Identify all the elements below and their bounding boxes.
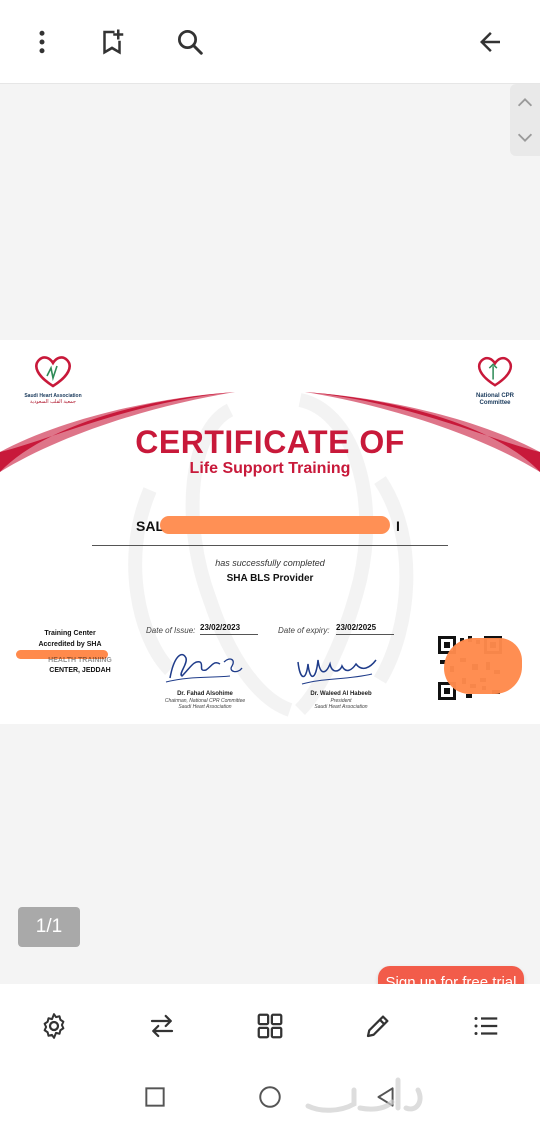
top-toolbar — [0, 0, 540, 84]
outline-list-button[interactable] — [464, 1004, 508, 1048]
recents-button[interactable] — [140, 1082, 170, 1112]
expiry-date-value: 23/02/2025 — [336, 623, 394, 635]
swap-button[interactable] — [140, 1004, 184, 1048]
swap-icon — [150, 1014, 174, 1038]
scroll-up-button[interactable] — [510, 86, 540, 120]
signer2-name: Dr. Waleed Al Habeeb — [310, 691, 372, 697]
training-center-label: Training Center — [44, 630, 96, 637]
right-logo-caption-1: National CPR — [475, 393, 514, 399]
accredited-label: Accredited by SHA — [38, 641, 102, 648]
expiry-date-label: Date of expiry: — [278, 626, 330, 635]
system-navigation-bar — [0, 1066, 540, 1126]
list-icon — [474, 1017, 498, 1035]
right-logo-caption-2: Committee — [479, 400, 511, 406]
grid-icon — [257, 1013, 283, 1039]
saudi-heart-association-logo: Saudi Heart Association جمعية القلب السع… — [18, 354, 88, 405]
training-center-name: HEALTH TRAINING CENTER, JEDDAH — [30, 656, 130, 676]
signer1-name: Dr. Fahad Alsohime — [177, 691, 233, 697]
more-options-button[interactable] — [20, 20, 64, 64]
training-center-city: CENTER, JEDDAH — [49, 667, 111, 674]
heart-logo-icon — [478, 356, 512, 387]
settings-button[interactable] — [32, 1004, 76, 1048]
completion-text: has successfully completed — [215, 558, 325, 568]
page-counter: 1/1 — [18, 907, 80, 947]
chevron-down-icon — [517, 133, 533, 142]
issue-date-label: Date of Issue: — [146, 626, 196, 635]
certificate-title: CERTIFICATE OF — [135, 424, 405, 460]
haraj-watermark-logo — [305, 1077, 423, 1113]
page-scroll-control — [510, 84, 540, 156]
left-logo-caption-ar: جمعية القلب السعودية — [29, 399, 77, 405]
more-vert-icon — [39, 30, 45, 54]
course-name: SHA BLS Provider — [226, 573, 314, 584]
settings-icon — [43, 1013, 65, 1039]
certificate-page: Saudi Heart Association جمعية القلب السع… — [0, 340, 540, 724]
certificate-subtitle: Life Support Training — [189, 460, 351, 477]
bookmark-button[interactable] — [90, 20, 134, 64]
home-icon — [259, 1086, 281, 1108]
search-button[interactable] — [168, 20, 212, 64]
issue-date-value: 23/02/2023 — [200, 623, 258, 635]
edit-button[interactable] — [356, 1004, 400, 1048]
back-arrow-icon — [480, 32, 500, 52]
qr-redaction — [444, 638, 522, 694]
bookmark-add-icon — [103, 29, 124, 55]
signature-2 — [297, 659, 377, 685]
recipient-name-line: SAL I — [92, 516, 448, 546]
chevron-up-icon — [517, 98, 533, 107]
heart-logo-icon — [35, 356, 71, 388]
signature-1 — [165, 653, 243, 683]
edit-icon — [366, 1015, 389, 1038]
training-center-name-partial: HEALTH TRAINING — [48, 657, 112, 664]
search-icon — [178, 30, 203, 55]
training-center-block: Training Center Accredited by SHA — [22, 628, 118, 650]
home-button[interactable] — [255, 1082, 285, 1112]
name-redaction — [160, 516, 390, 534]
recents-icon — [145, 1087, 165, 1107]
signer1-role-2: Saudi Heart Association — [178, 704, 232, 710]
bottom-toolbar — [0, 984, 540, 1066]
scroll-down-button[interactable] — [510, 120, 540, 154]
back-button[interactable] — [468, 20, 512, 64]
recipient-name-end: I — [396, 518, 400, 534]
national-cpr-committee-logo: National CPR Committee — [462, 354, 528, 407]
signer2-role-2: Saudi Heart Association — [314, 704, 368, 710]
grid-view-button[interactable] — [248, 1004, 292, 1048]
